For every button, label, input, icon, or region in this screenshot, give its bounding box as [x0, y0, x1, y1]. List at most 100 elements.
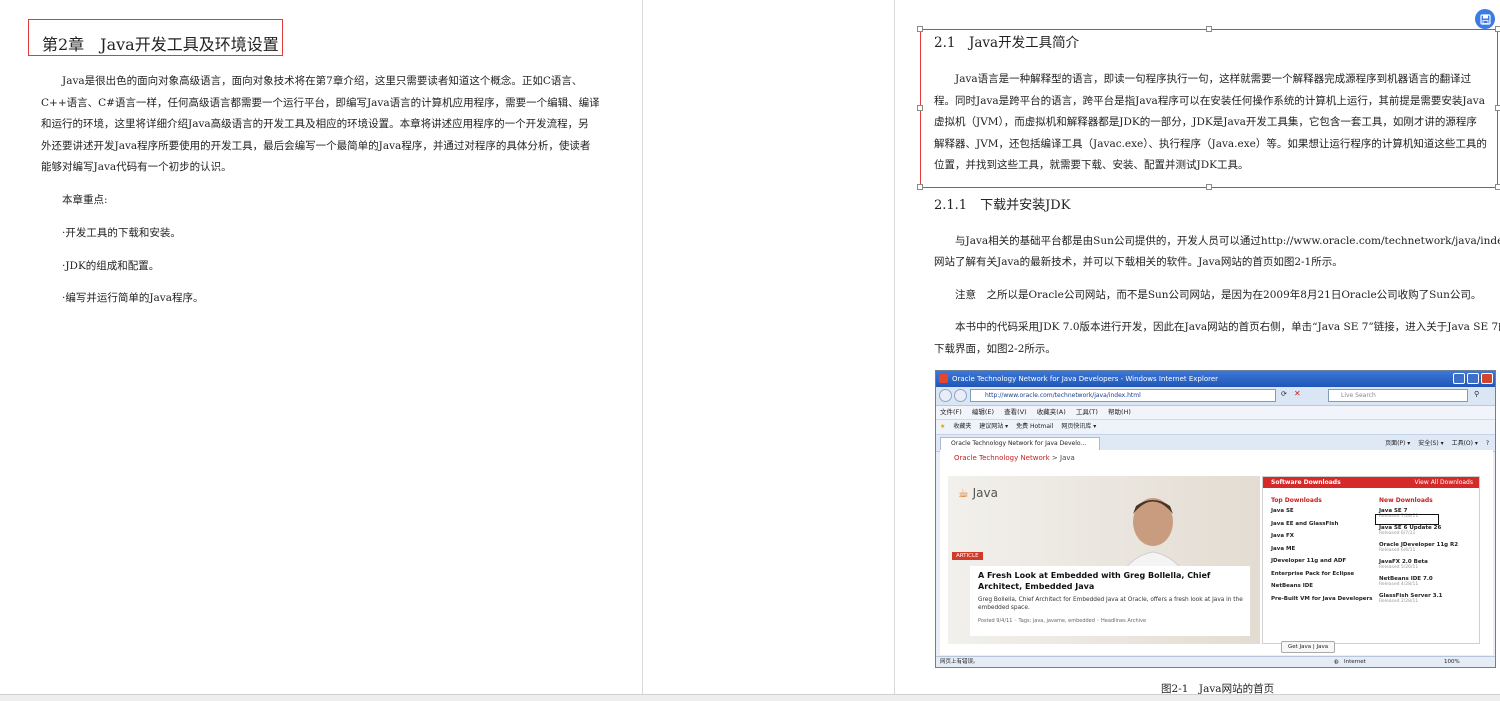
- ie-command-bar: 页面(P) ▾ 安全(S) ▾ 工具(O) ▾ ?: [1379, 438, 1489, 447]
- top-download-item: Java ME: [1271, 545, 1296, 552]
- ie-favorites-bar: ★ 收藏夹 建议网站 ▾ 免费 Hotmail 网页快讯库 ▾: [936, 419, 1495, 434]
- top-downloads-title: Top Downloads: [1271, 497, 1322, 504]
- intro-line: 能够对编写Java代码有一个初步的认识。: [41, 161, 232, 173]
- resize-handle[interactable]: [1495, 184, 1500, 190]
- java-logo: ☕ Java: [958, 486, 998, 500]
- ie-cmd-item: 页面(P) ▾: [1385, 440, 1411, 447]
- subsection-title: 2.1.1 下载并安装JDK: [934, 198, 1071, 213]
- ie-cmd-item: 安全(S) ▾: [1418, 440, 1444, 447]
- ie-menu-item: 编辑(E): [971, 408, 995, 416]
- sub-line: 与Java相关的基础平台都是由Sun公司提供的，开发人员可以通过http://w…: [955, 235, 1500, 247]
- new-download-item: GlassFish Server 3.1 Released 2/28/11: [1379, 593, 1479, 610]
- body-line: 本书中的代码采用JDK 7.0版本进行开发，因此在Java网站的首页右侧，单击“…: [955, 321, 1500, 333]
- resize-handle[interactable]: [1495, 26, 1500, 32]
- top-download-item: Java SE: [1271, 508, 1294, 514]
- help-icon: ?: [1485, 440, 1489, 447]
- ie-address-bar: http://www.oracle.com/technetwork/java/i…: [936, 387, 1495, 406]
- new-downloads-title: New Downloads: [1379, 497, 1433, 504]
- stop-icon: ✕: [1294, 389, 1301, 398]
- ie-menu-item: 帮助(H): [1108, 408, 1131, 416]
- close-icon: [1481, 373, 1493, 384]
- ie-fav-item: 收藏夹: [953, 423, 972, 430]
- resize-handle[interactable]: [917, 184, 923, 190]
- new-download-item: NetBeans IDE 7.0 Released 4/28/11: [1379, 576, 1479, 593]
- section-line: Java语言是一种解释型的语言，即读一句程序执行一句，这样就需要一个解释器完成源…: [955, 73, 1472, 85]
- chapter-title: 第2章 Java开发工具及环境设置: [42, 35, 279, 54]
- page-divider: [642, 0, 643, 700]
- intro-line: 外还要讲述开发Java程序所要使用的开发工具，最后会编写一个最简单的Java程序…: [41, 140, 591, 152]
- top-download-item: JDeveloper 11g and ADF: [1271, 558, 1347, 564]
- downloads-title: Software Downloads: [1271, 479, 1341, 486]
- web-breadcrumb: Oracle Technology Network > Java: [954, 454, 1075, 462]
- sub-line: 网站了解有关Java的最新技术，并可以下载相关的软件。Java网站的首页如图2-…: [934, 256, 1343, 268]
- new-download-date: Released 6/6/11: [1379, 548, 1416, 553]
- status-error-text: 网页上有错误。: [940, 659, 979, 665]
- top-download-item: Enterprise Pack for Eclipse: [1271, 570, 1355, 577]
- section-title: 2.1 Java开发工具简介: [934, 35, 1080, 51]
- intro-line: Java是很出色的面向对象高级语言，面向对象技术将在第7章介绍，这里只需要读者知…: [62, 75, 583, 87]
- ie-menu-item: 工具(T): [1075, 408, 1098, 416]
- breadcrumb-separator: >: [1051, 454, 1058, 462]
- intro-line: 和运行的环境，这里将详细介绍Java高级语言的开发工具及相应的环境设置。本章将讲…: [41, 118, 589, 130]
- breadcrumb-home: Oracle Technology Network: [954, 454, 1050, 462]
- globe-icon: ◍: [1334, 659, 1339, 665]
- ie-menu-item: 收藏夹(A): [1036, 408, 1066, 416]
- top-downloads-column: Top Downloads Java SE Java EE and GlassF…: [1271, 497, 1373, 653]
- ie-status-bar: 网页上有错误。 ◍ Internet 100%: [936, 656, 1495, 667]
- top-download-item: NetBeans IDE: [1271, 583, 1314, 589]
- coffee-cup-icon: ☕: [958, 486, 969, 500]
- resize-handle[interactable]: [1206, 26, 1212, 32]
- body-line: 下载界面，如图2-2所示。: [934, 343, 1056, 355]
- ie-title-bar: Oracle Technology Network for Java Devel…: [936, 371, 1495, 387]
- status-zoom: 100%: [1444, 659, 1460, 665]
- favorites-star-icon: ★: [940, 423, 946, 430]
- view-all-downloads: View All Downloads: [1414, 479, 1473, 486]
- ie-tab: Oracle Technology Network for Java Devel…: [940, 437, 1100, 450]
- oracle-logo-icon: [939, 374, 948, 383]
- section-line: 位置，并找到这些工具，就需要下载、安装、配置并测试JDK工具。: [934, 159, 1249, 171]
- new-download-item: Oracle JDeveloper 11g R2 Released 6/6/11: [1379, 542, 1479, 559]
- new-download-item: JavaFX 2.0 Beta Released 5/26/11: [1379, 559, 1479, 576]
- java-logo-text: Java: [972, 486, 998, 500]
- ie-menu-bar: 文件(F) 编辑(E) 查看(V) 收藏夹(A) 工具(T) 帮助(H): [936, 406, 1495, 419]
- article-text: Greg Bollella, Chief Architect for Embed…: [978, 597, 1243, 611]
- article-card: A Fresh Look at Embedded with Greg Bolle…: [970, 566, 1250, 636]
- focus-item: ·编写并运行简单的Java程序。: [62, 292, 204, 304]
- resize-handle[interactable]: [917, 26, 923, 32]
- new-download-date: Released 4/28/11: [1379, 582, 1419, 587]
- ie-address-input: http://www.oracle.com/technetwork/java/i…: [970, 389, 1276, 402]
- ie-menu-item: 查看(V): [1004, 408, 1027, 416]
- article-title: A Fresh Look at Embedded with Greg Bolle…: [978, 571, 1211, 591]
- get-java-button: Get Java | Java: [1281, 641, 1336, 653]
- new-download-date: Released 2/28/11: [1379, 599, 1419, 604]
- back-icon: [939, 389, 952, 402]
- ie-fav-item: 免费 Hotmail: [1016, 423, 1054, 430]
- ie-cmd-item: 工具(O) ▾: [1451, 440, 1478, 447]
- top-download-item: Java EE and GlassFish: [1271, 520, 1339, 527]
- new-download-date: Released 5/26/11: [1379, 565, 1419, 570]
- resize-handle[interactable]: [1206, 184, 1212, 190]
- article-tag: ARTICLE: [952, 552, 983, 560]
- ie-web-content: Oracle Technology Network > Java ☕ Java …: [940, 450, 1493, 655]
- focus-item: ·JDK的组成和配置。: [62, 260, 160, 272]
- java-se7-highlight: [1375, 514, 1439, 525]
- refresh-icon: ⟳: [1281, 390, 1287, 398]
- minimize-icon: [1453, 373, 1465, 384]
- resize-handle[interactable]: [1495, 105, 1500, 111]
- note-line: 注意 之所以是Oracle公司网站，而不是Sun公司网站，是因为在2009年8月…: [955, 289, 1482, 301]
- figure-browser-screenshot: Oracle Technology Network for Java Devel…: [935, 370, 1496, 668]
- breadcrumb-current: Java: [1060, 454, 1075, 462]
- top-download-item: Java FX: [1271, 533, 1294, 539]
- section-line: 虚拟机（JVM），而虚拟机和解释器都是JDK的一部分，JDK是Java开发工具集…: [934, 116, 1477, 128]
- resize-handle[interactable]: [917, 105, 923, 111]
- ie-window-title: Oracle Technology Network for Java Devel…: [952, 375, 1219, 383]
- focus-item: ·开发工具的下载和安装。: [62, 227, 181, 239]
- hero-banner: ☕ Java ARTICLE A Fresh Look at Embedded …: [948, 476, 1260, 644]
- save-floating-button[interactable]: [1475, 9, 1495, 29]
- page-divider: [894, 0, 895, 700]
- new-download-date: Released 6/7/11: [1379, 531, 1416, 536]
- article-meta: Posted 9/4/11 ◦ Tags: java, javame, embe…: [978, 618, 1147, 624]
- ie-fav-item: 建议网站 ▾: [979, 423, 1009, 430]
- new-download-item: Java SE 6 Update 26 Released 6/7/11: [1379, 525, 1479, 542]
- save-icon: [1479, 13, 1491, 25]
